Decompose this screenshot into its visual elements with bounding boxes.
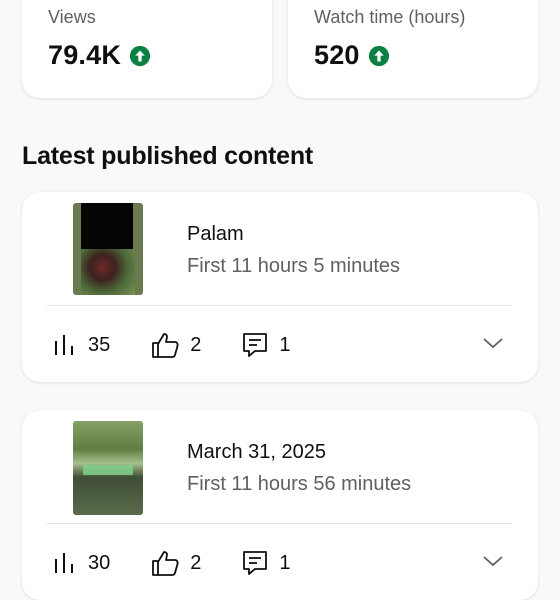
comment-icon [243,333,268,357]
watch-time-stat-card[interactable]: Watch time (hours) 520 [288,0,538,98]
thumbs-up-icon [152,333,179,358]
arrow-up-circle-icon [368,45,389,66]
divider [47,305,512,306]
content-subtitle: First 11 hours 56 minutes [187,473,412,495]
section-title: Latest published content [22,142,314,170]
comment-icon [243,551,268,575]
bar-chart-icon [55,553,73,573]
comments-count: 1 [279,333,291,356]
likes-metric: 2 [150,331,201,359]
views-value: 79.4K [48,40,122,70]
comments-metric: 1 [241,549,291,577]
thumbs-up-icon [152,551,179,576]
likes-count: 2 [190,551,202,574]
content-card[interactable]: Palam First 11 hours 5 minutes 35 2 1 [22,192,538,382]
views-metric: 30 [52,551,110,575]
video-thumbnail[interactable] [73,421,143,515]
comments-metric: 1 [241,331,291,359]
content-card[interactable]: March 31, 2025 First 11 hours 56 minutes… [22,410,538,600]
views-metric: 35 [52,333,110,357]
chevron-down-icon[interactable] [482,336,504,350]
watch-time-label: Watch time (hours) [314,7,466,27]
views-stat-card[interactable]: Views 79.4K [22,0,272,98]
video-thumbnail[interactable] [73,203,143,295]
comments-count: 1 [279,551,291,574]
views-count: 30 [88,551,111,574]
likes-metric: 2 [150,549,201,577]
views-label: Views [48,7,96,27]
chevron-down-icon[interactable] [482,554,504,568]
views-count: 35 [88,333,111,356]
bar-chart-icon [55,335,73,355]
content-title: Palam [187,223,244,245]
likes-count: 2 [190,333,202,356]
content-subtitle: First 11 hours 5 minutes [187,255,401,277]
divider [47,523,512,524]
arrow-up-circle-icon [129,45,151,66]
watch-time-value: 520 [314,40,360,70]
content-title: March 31, 2025 [187,441,326,463]
